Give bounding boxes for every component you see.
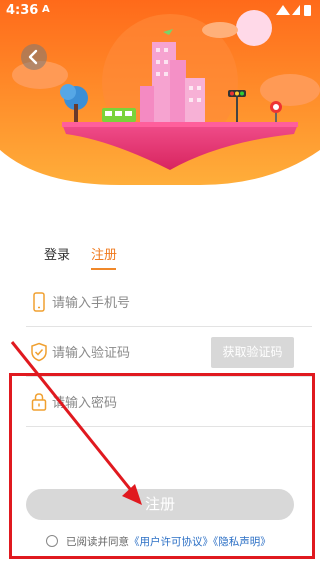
tab-login[interactable]: 登录 — [44, 244, 70, 263]
active-tab-indicator — [91, 268, 116, 270]
verification-code-field[interactable]: 请输入验证码 — [26, 327, 213, 377]
city-illustration — [0, 0, 320, 200]
code-placeholder: 请输入验证码 — [52, 346, 131, 361]
status-time: 4:36 — [6, 3, 39, 18]
status-bar: 4:36 A — [0, 0, 320, 22]
shield-check-icon — [31, 342, 47, 362]
phone-field[interactable]: 请输入手机号 — [26, 277, 312, 327]
highlight-box — [9, 373, 315, 559]
signal-battery-icon — [276, 5, 311, 16]
phone-icon — [33, 292, 45, 312]
notification-icon: A — [42, 4, 50, 15]
back-button[interactable] — [21, 44, 47, 70]
tab-register[interactable]: 注册 — [91, 244, 117, 263]
phone-placeholder: 请输入手机号 — [52, 296, 131, 311]
get-code-button[interactable]: 获取验证码 — [211, 337, 294, 368]
hero-banner — [0, 0, 320, 200]
back-arrow-icon — [28, 49, 38, 65]
status-icons — [274, 3, 314, 17]
